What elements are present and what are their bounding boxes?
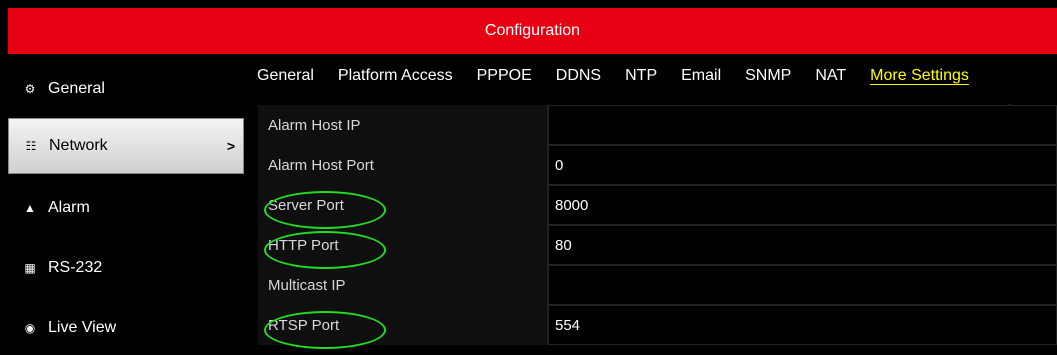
sidebar-item-label: Live View (48, 319, 117, 336)
alarm-host-port-input[interactable]: 0 (548, 145, 1057, 185)
rtsp-port-input[interactable]: 554 (548, 305, 1057, 345)
tab-nat[interactable]: NAT (803, 67, 858, 85)
tab-ddns[interactable]: DDNS (544, 67, 613, 85)
tab-snmp[interactable]: SNMP (733, 67, 803, 85)
window-title: Configuration (484, 22, 581, 39)
gear-icon: ⚙ (24, 82, 36, 96)
http-port-input[interactable]: 80 (548, 225, 1057, 265)
sidebar-item-general[interactable]: ⚙ General (8, 63, 244, 115)
sidebar-item-label: General (48, 80, 105, 97)
alarm-host-ip-label: Alarm Host IP (268, 116, 361, 134)
sidebar: ⚙ General ☷ Network > ▲ Alarm ▦ RS-232 ◉… (0, 54, 245, 355)
table-row: Alarm Host IP (258, 105, 1057, 145)
sidebar-item-live-view[interactable]: ◉ Live View (8, 302, 244, 354)
multicast-ip-input[interactable] (548, 265, 1057, 305)
table-row: Multicast IP (258, 265, 1057, 305)
tab-more-settings[interactable]: More Settings (858, 67, 981, 85)
alarm-host-port-label: Alarm Host Port (268, 156, 374, 174)
tab-ntp[interactable]: NTP (613, 67, 669, 85)
serial-port-icon: ▦ (24, 261, 36, 275)
sidebar-item-label: Alarm (48, 199, 90, 216)
sidebar-item-label: Network (49, 137, 108, 154)
title-bar: Configuration (8, 8, 1057, 54)
server-port-input[interactable]: 8000 (548, 185, 1057, 225)
table-row: RTSP Port 554 (258, 305, 1057, 349)
server-port-label: Server Port (264, 190, 386, 229)
alarm-host-ip-input[interactable] (548, 105, 1057, 145)
multicast-ip-label: Multicast IP (268, 276, 346, 294)
eye-icon: ◉ (24, 321, 36, 335)
tab-platform-access[interactable]: Platform Access (326, 67, 465, 85)
sidebar-item-network[interactable]: ☷ Network > (8, 118, 244, 174)
tab-general[interactable]: General (245, 67, 326, 85)
table-row: Alarm Host Port 0 (258, 145, 1057, 185)
chevron-right-icon: > (226, 138, 235, 154)
tab-pppoe[interactable]: PPPOE (465, 67, 544, 85)
network-icon: ☷ (25, 139, 37, 153)
http-port-label: HTTP Port (264, 230, 386, 269)
table-row: Server Port 8000 (258, 185, 1057, 229)
settings-table: Alarm Host IP Alarm Host Port 0 Server P… (258, 105, 1057, 349)
tab-bar: General Platform Access PPPOE DDNS NTP E… (245, 54, 1057, 98)
table-row: HTTP Port 80 (258, 225, 1057, 269)
alarm-icon: ▲ (24, 201, 36, 215)
sidebar-item-alarm[interactable]: ▲ Alarm (8, 182, 244, 234)
tab-email[interactable]: Email (669, 67, 733, 85)
sidebar-item-rs232[interactable]: ▦ RS-232 (8, 242, 244, 294)
rtsp-port-label: RTSP Port (263, 310, 387, 349)
sidebar-item-label: RS-232 (48, 259, 103, 276)
